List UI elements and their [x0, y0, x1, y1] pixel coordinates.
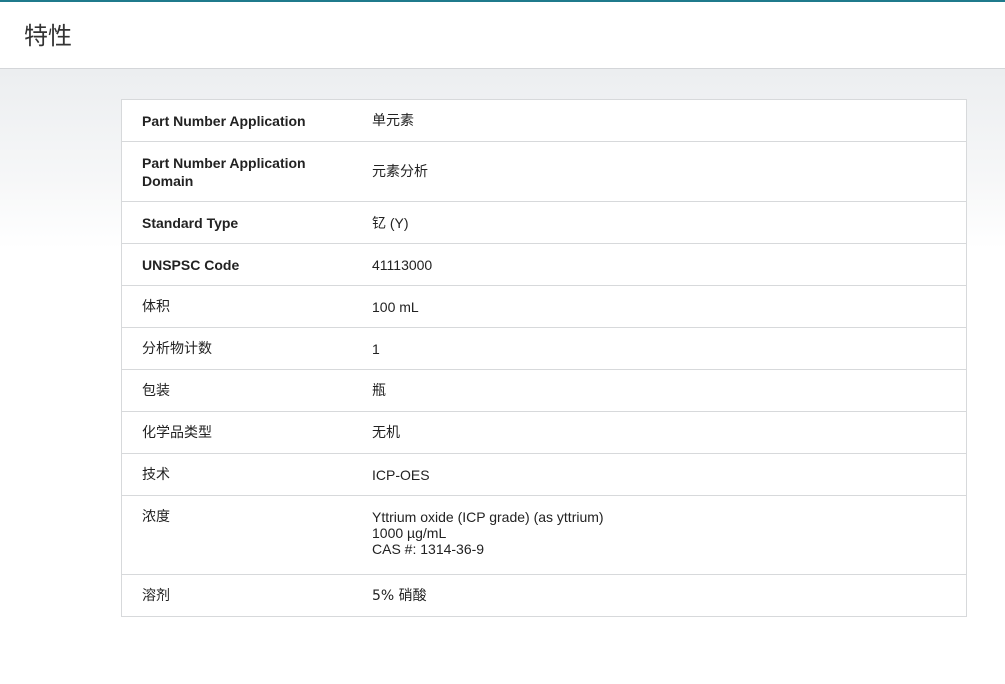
property-key: 体积 [121, 285, 352, 328]
table-row: 化学品类型 无机 [121, 411, 967, 454]
property-key-line: Domain [142, 173, 194, 189]
property-key: Standard Type [121, 201, 352, 244]
property-key: 化学品类型 [121, 411, 352, 454]
table-row: 包装 瓶 [121, 369, 967, 412]
property-value: 5% 硝酸 [352, 574, 967, 617]
properties-table: Part Number Application 单元素 Part Number … [121, 99, 967, 617]
property-key: 包装 [121, 369, 352, 412]
table-row: Standard Type 钇 (Y) [121, 201, 967, 244]
property-value: 100 mL [352, 285, 967, 328]
property-key: 分析物计数 [121, 327, 352, 370]
property-value: 单元素 [372, 113, 414, 129]
property-value: 元素分析 [352, 141, 967, 202]
property-value: ICP-OES [352, 453, 967, 496]
property-value: 无机 [352, 411, 967, 454]
table-row: UNSPSC Code 41113000 [121, 243, 967, 286]
page-title: 特性 [24, 22, 72, 50]
table-row: 技术 ICP-OES [121, 453, 967, 496]
property-key: Part Number Application [142, 113, 306, 129]
table-row: 分析物计数 1 [121, 327, 967, 370]
table-row: 浓度 Yttrium oxide (ICP grade) (as yttrium… [121, 495, 967, 575]
property-key: UNSPSC Code [121, 243, 352, 286]
property-key: Part Number Application Domain [121, 141, 352, 202]
property-key: 技术 [121, 453, 352, 496]
section-header: 特性 [0, 2, 1005, 69]
property-value: Yttrium oxide (ICP grade) (as yttrium) 1… [352, 495, 967, 575]
content-area: Part Number Application 单元素 Part Number … [0, 69, 1005, 684]
table-row: 溶剂 5% 硝酸 [121, 574, 967, 617]
property-value: 钇 (Y) [352, 201, 967, 244]
property-value: 瓶 [352, 369, 967, 412]
property-key: 浓度 [121, 495, 352, 575]
property-value-line: 1000 µg/mL [372, 525, 447, 541]
property-key-line: Part Number Application [142, 155, 306, 171]
property-value: 41113000 [352, 243, 967, 286]
property-value-line: CAS #: 1314-36-9 [372, 541, 485, 557]
property-value-line: Yttrium oxide (ICP grade) (as yttrium) [372, 509, 604, 525]
table-row: 体积 100 mL [121, 285, 967, 328]
table-row: Part Number Application 单元素 [122, 100, 967, 142]
property-value: 1 [352, 327, 967, 370]
property-key: 溶剂 [121, 574, 352, 617]
table-row: Part Number Application Domain 元素分析 [121, 141, 967, 202]
